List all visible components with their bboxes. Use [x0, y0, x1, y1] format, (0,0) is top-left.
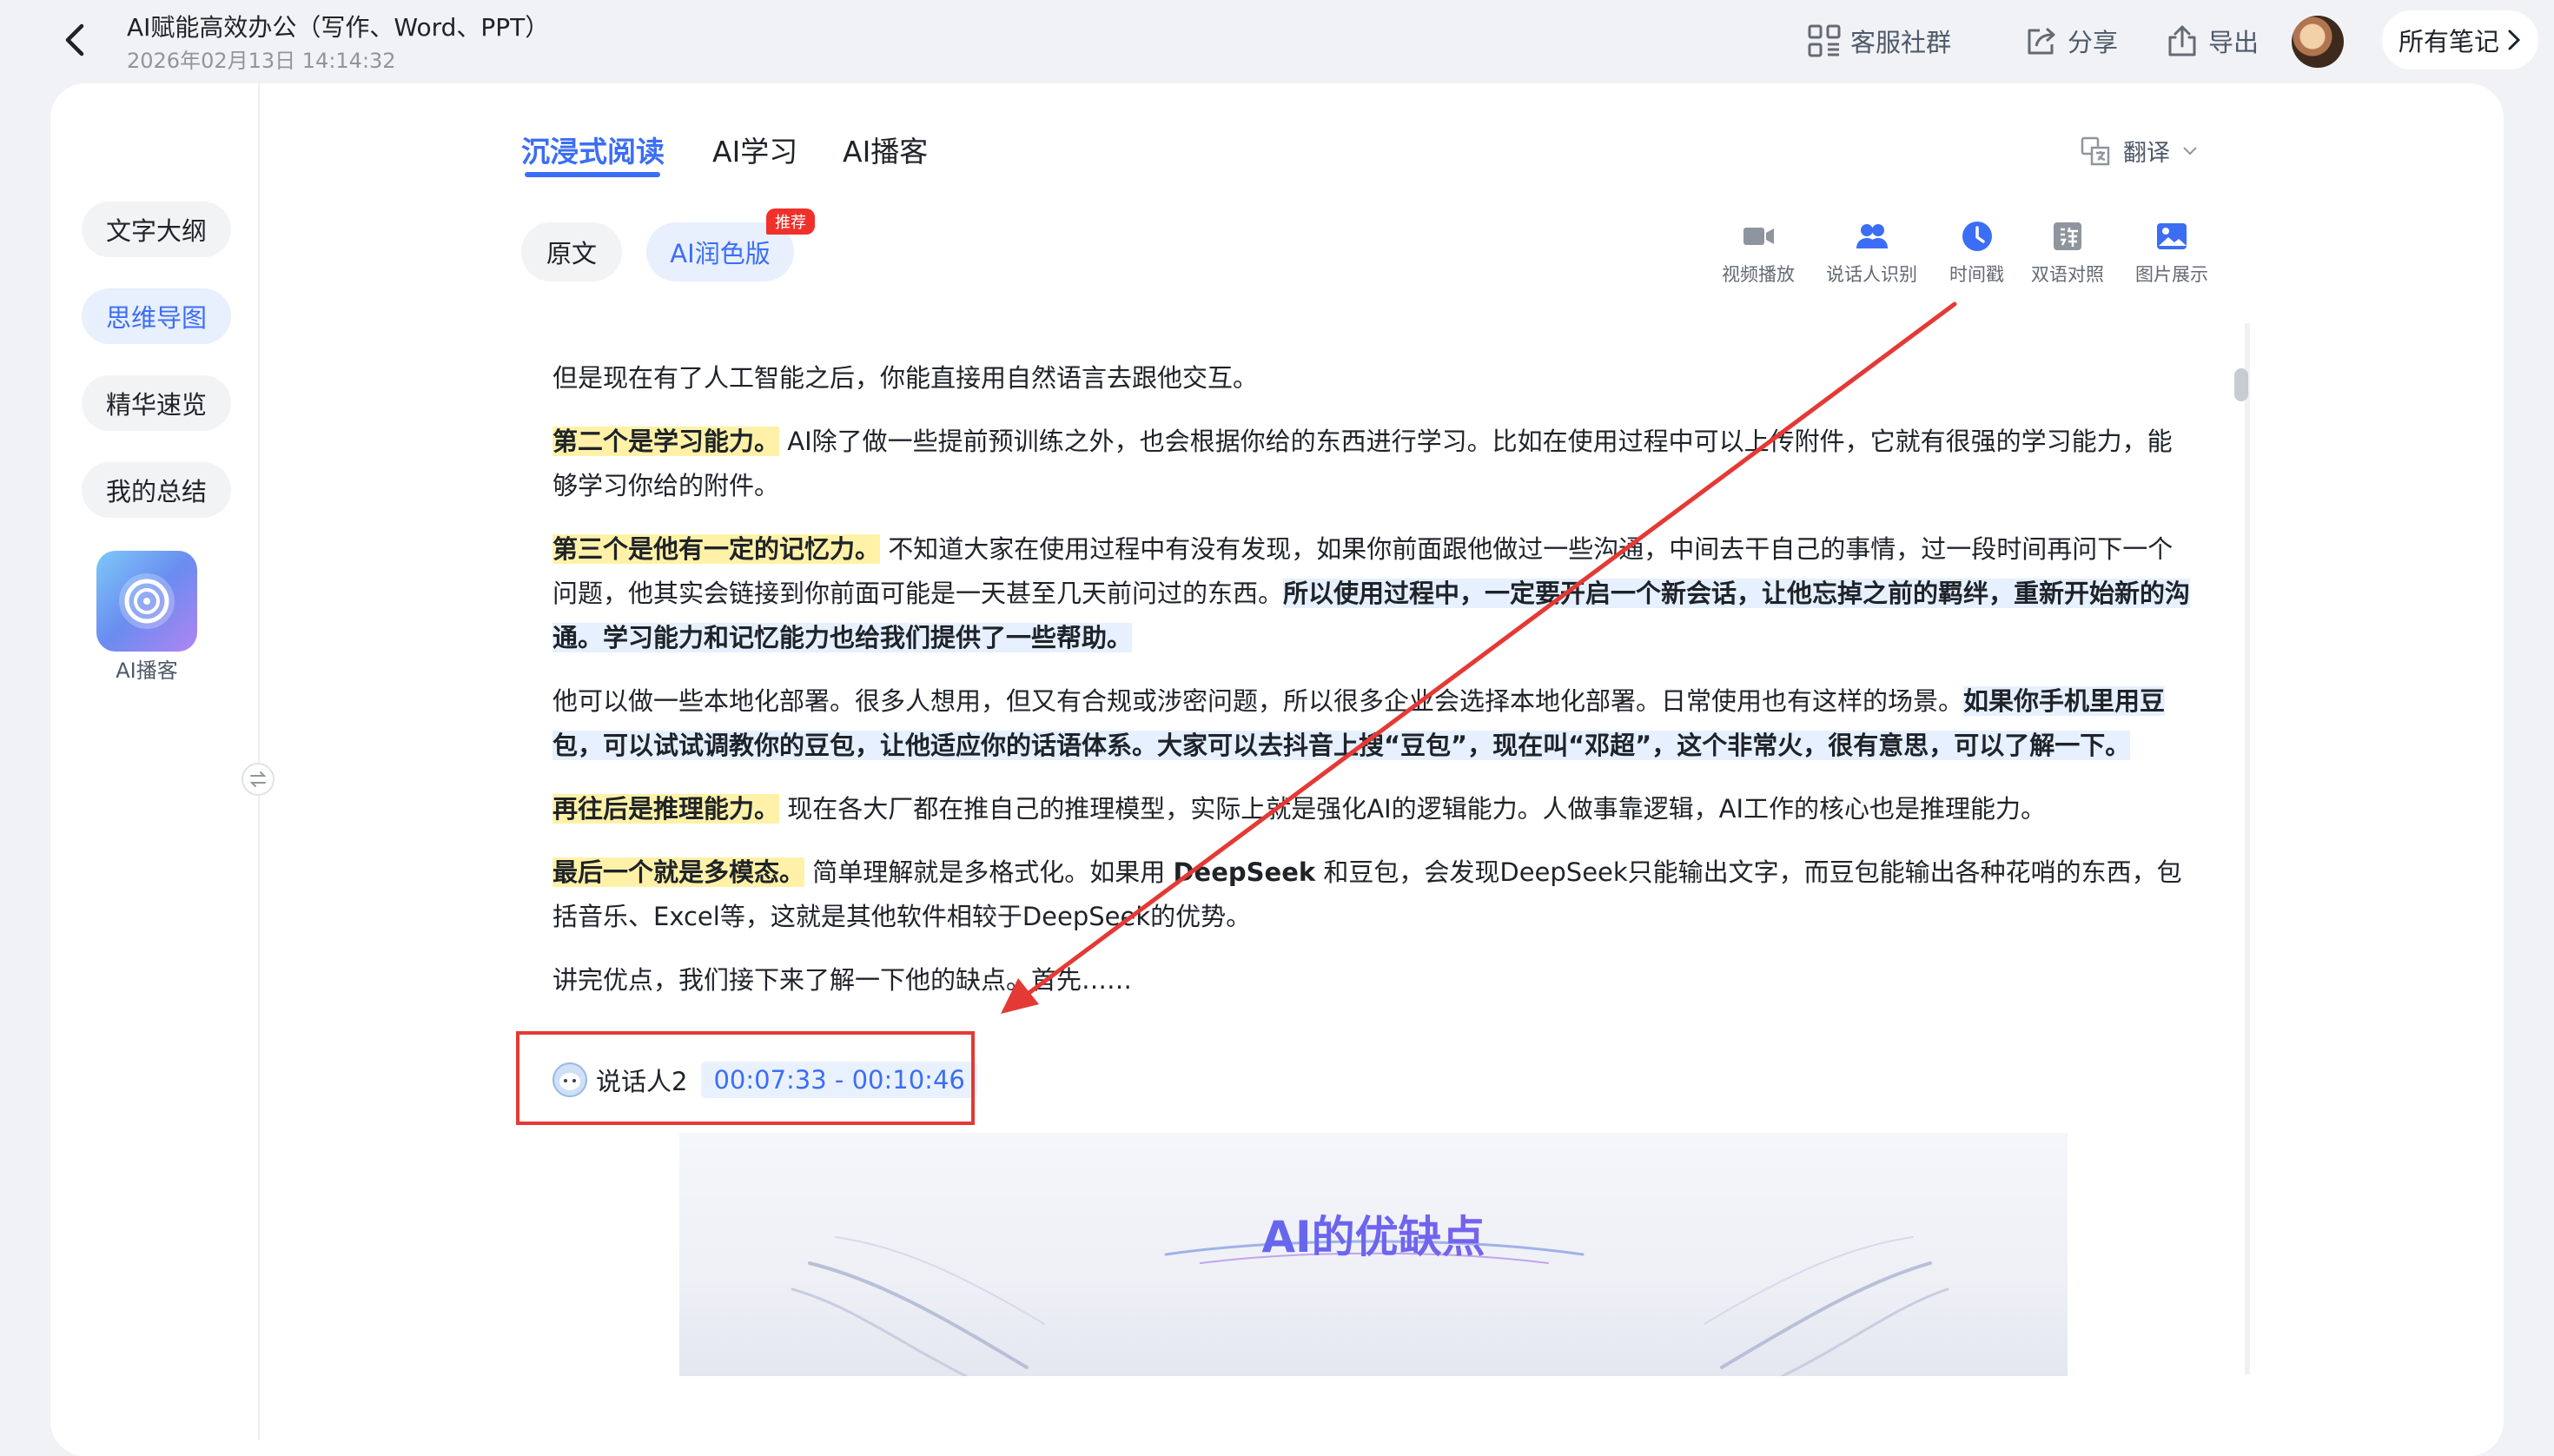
paragraph: 第三个是他有一定的记忆力。 不知道大家在使用过程中有没有发现，如果你前面跟他做过…	[552, 527, 2194, 660]
transcript-content: 但是现在有了人工智能之后，你能直接用自然语言去跟他交互。 第二个是学习能力。 A…	[552, 356, 2194, 1022]
document-title: AI赋能高效办公（写作、Word、PPT）	[127, 13, 550, 42]
service-group-label: 客服社群	[1850, 28, 1952, 57]
paragraph: 但是现在有了人工智能之后，你能直接用自然语言去跟他交互。	[552, 356, 2194, 400]
share-icon	[2028, 27, 2055, 55]
video-playback-button[interactable]: 视频播放	[1722, 219, 1795, 287]
sidebar-item-label: 我的总结	[105, 477, 207, 506]
paragraph-text: 现在各大厂都在推自己的推理模型，实际上就是强化AI的逻辑能力。人做事靠逻辑，AI…	[787, 794, 2047, 824]
paragraph-text: 但是现在有了人工智能之后，你能直接用自然语言去跟他交互。	[552, 363, 1259, 393]
sidebar-item-text-outline[interactable]: 文字大纲	[82, 202, 231, 257]
paragraph: 第二个是学习能力。 AI除了做一些提前预训练之外，也会根据你给的东西进行学习。比…	[552, 420, 2194, 508]
share-button[interactable]: 分享	[2024, 19, 2118, 63]
annotation-highlight-box	[516, 1031, 975, 1125]
all-notes-label: 所有笔记	[2398, 27, 2499, 56]
key-point-highlight: 第三个是他有一定的记忆力。	[552, 534, 881, 564]
chevron-right-icon	[2508, 30, 2521, 50]
image-icon	[2157, 223, 2187, 249]
paragraph: 再往后是推理能力。 现在各大厂都在推自己的推理模型，实际上就是强化AI的逻辑能力…	[552, 787, 2194, 831]
sidebar-item-label: 精华速览	[105, 390, 207, 420]
sidebar-item-my-summary[interactable]: 我的总结	[82, 462, 231, 518]
translate-dropdown[interactable]: 翻译	[2080, 134, 2198, 168]
all-notes-button[interactable]: 所有笔记	[2382, 10, 2538, 69]
translate-label: 翻译	[2123, 140, 2170, 167]
tool-label: 时间戳	[1949, 264, 2004, 285]
tool-label: 说话人识别	[1826, 264, 1917, 285]
collapse-toggle[interactable]	[242, 763, 275, 796]
paragraph: 他可以做一些本地化部署。很多人想用，但又有合规或涉密问题，所以很多企业会选择本地…	[552, 679, 2194, 768]
sidebar-item-mind-map[interactable]: 思维导图	[82, 288, 231, 344]
scrollbar-track	[2245, 323, 2250, 1374]
speakers-icon	[1856, 224, 1888, 248]
sidebar-item-label: 文字大纲	[105, 216, 207, 246]
document-date: 2026年02月13日 14:14:32	[127, 49, 396, 73]
paragraph-text: 讲完优点，我们接下来了解一下他的缺点。首先……	[552, 965, 1133, 995]
bold-term: DeepSeek	[1173, 857, 1316, 887]
paragraph-text: 简单理解就是多格式化。如果用	[812, 857, 1166, 887]
timestamp-button[interactable]: 时间戳	[1949, 219, 2004, 287]
paragraph-text: 他可以做一些本地化部署。很多人想用，但又有合规或涉密问题，所以很多企业会选择本地…	[552, 686, 1964, 716]
speaker-recognition-button[interactable]: 说话人识别	[1826, 219, 1917, 287]
translate-icon	[2081, 136, 2110, 165]
export-button[interactable]: 导出	[2165, 19, 2259, 63]
tab-ai-learning[interactable]: AI学习	[712, 129, 797, 170]
sidebar-divider	[258, 83, 260, 1440]
paragraph-text: AI除了做一些提前预训练之外，也会根据你给的东西进行学习。比如在使用过程中可以上…	[552, 427, 2173, 500]
original-text-button[interactable]: 原文	[521, 222, 622, 281]
ai-podcast-tile[interactable]	[96, 551, 197, 652]
ai-podcast-label: AI播客	[116, 659, 178, 683]
grid-icon	[1808, 24, 1841, 57]
slide-preview-image[interactable]: AI的优缺点	[679, 1133, 2068, 1376]
share-label: 分享	[2068, 28, 2119, 57]
broadcast-icon	[119, 573, 175, 629]
export-icon	[2168, 25, 2196, 56]
export-label: 导出	[2208, 28, 2260, 57]
tool-label: 图片展示	[2135, 264, 2208, 285]
image-display-button[interactable]: 图片展示	[2135, 219, 2208, 287]
bilingual-button[interactable]: 双语对照	[2031, 219, 2104, 287]
active-tab-indicator	[525, 172, 660, 177]
recommended-badge: 推荐	[766, 208, 815, 235]
key-point-highlight: 再往后是推理能力。	[552, 794, 780, 824]
sidebar-item-highlights[interactable]: 精华速览	[82, 375, 231, 431]
video-icon	[1743, 228, 1774, 245]
paragraph: 讲完优点，我们接下来了解一下他的缺点。首先……	[552, 958, 2194, 1003]
tab-immersive-reading[interactable]: 沉浸式阅读	[521, 129, 665, 170]
chevron-down-icon	[2183, 146, 2197, 155]
swap-icon	[249, 771, 267, 787]
chevron-left-icon	[65, 23, 84, 56]
paragraph: 最后一个就是多模态。 简单理解就是多格式化。如果用 DeepSeek 和豆包，会…	[552, 850, 2194, 939]
sidebar-item-label: 思维导图	[105, 303, 207, 333]
scrollbar-thumb[interactable]	[2234, 368, 2248, 401]
key-point-highlight: 最后一个就是多模态。	[552, 857, 805, 887]
slide-title: AI的优缺点	[679, 1202, 2068, 1265]
tool-label: 双语对照	[2031, 264, 2104, 285]
user-avatar[interactable]	[2292, 16, 2344, 68]
bilingual-icon	[2054, 222, 2081, 250]
tool-label: 视频播放	[1722, 264, 1795, 285]
tab-ai-podcast[interactable]: AI播客	[843, 129, 928, 170]
service-group-button[interactable]: 客服社群	[1807, 19, 1951, 63]
back-button[interactable]	[57, 21, 92, 59]
clock-icon	[1962, 222, 1992, 251]
key-point-highlight: 第二个是学习能力。	[552, 427, 780, 456]
